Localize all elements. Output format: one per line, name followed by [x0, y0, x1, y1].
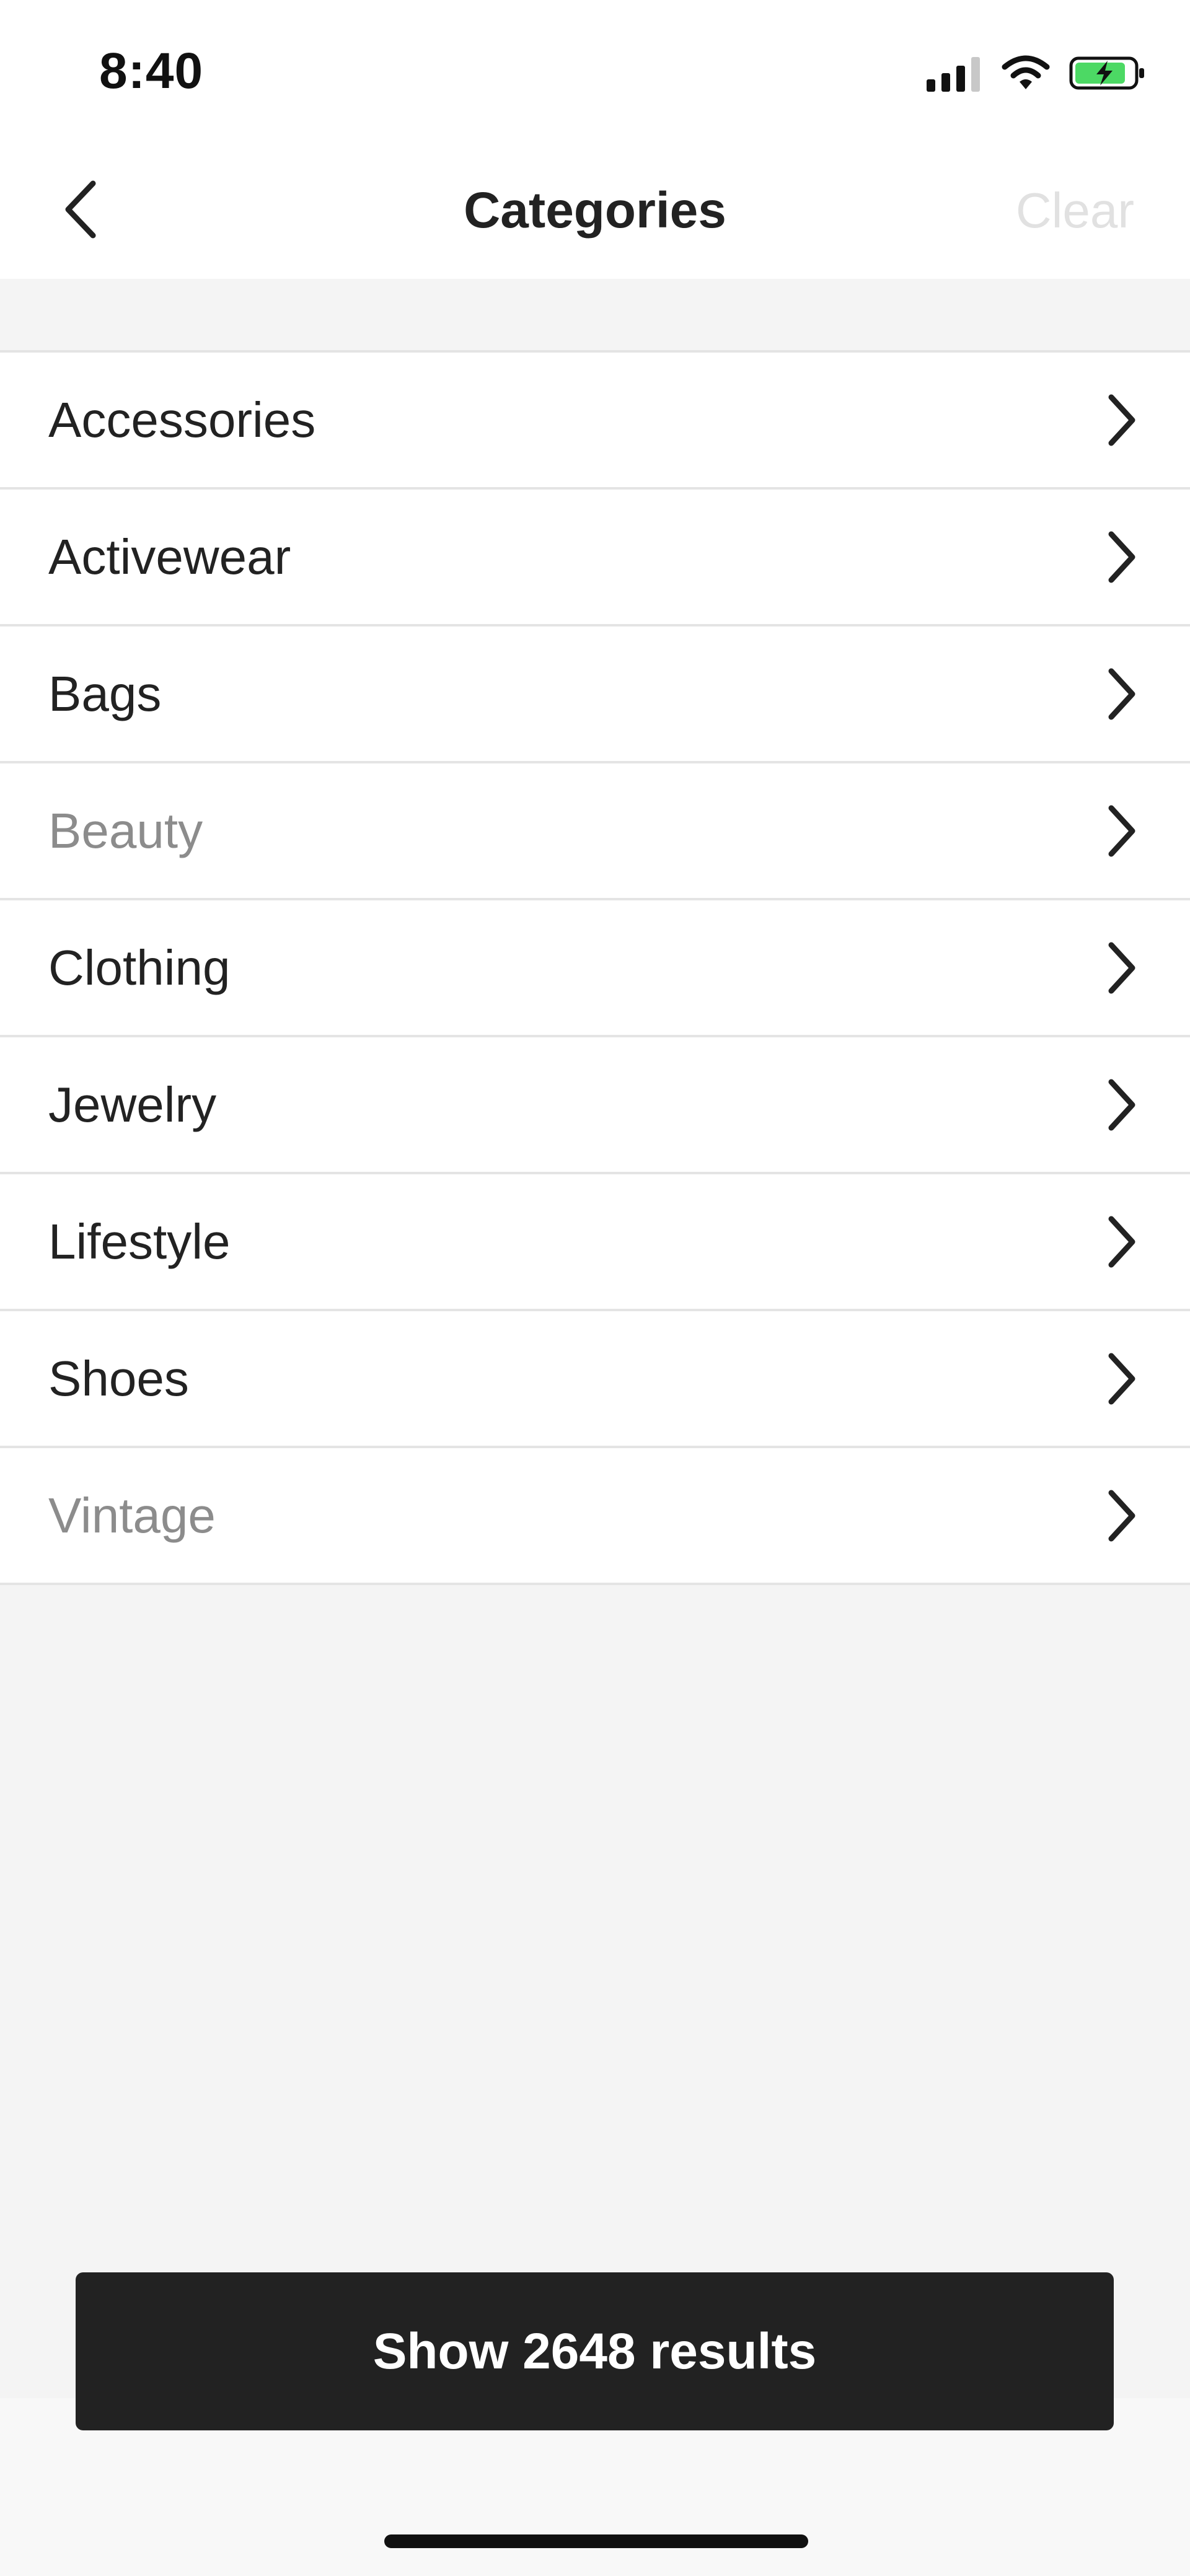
category-item-clothing[interactable]: Clothing	[0, 900, 1190, 1037]
category-label: Vintage	[48, 1487, 216, 1543]
chevron-right-icon	[1097, 937, 1147, 999]
back-button[interactable]	[43, 174, 118, 248]
category-label: Shoes	[48, 1350, 189, 1406]
category-item-beauty[interactable]: Beauty	[0, 763, 1190, 900]
chevron-right-icon	[1097, 663, 1147, 725]
category-label: Beauty	[48, 802, 203, 858]
category-label: Jewelry	[48, 1076, 217, 1132]
chevron-right-icon	[1097, 1211, 1147, 1273]
chevron-right-icon	[1097, 1074, 1147, 1136]
category-list: Accessories Activewear Bags Beauty Cloth…	[0, 350, 1190, 1585]
chevron-right-icon	[1097, 1348, 1147, 1410]
category-item-jewelry[interactable]: Jewelry	[0, 1037, 1190, 1174]
status-bar: 8:40	[0, 0, 1190, 143]
category-item-shoes[interactable]: Shoes	[0, 1311, 1190, 1448]
chevron-right-icon	[1097, 1485, 1147, 1547]
battery-charging-icon	[1069, 55, 1147, 95]
show-results-button[interactable]: Show 2648 results	[76, 2272, 1114, 2430]
status-icons	[927, 53, 1147, 96]
wifi-icon	[1001, 55, 1051, 95]
category-label: Activewear	[48, 529, 291, 584]
chevron-right-icon	[1097, 526, 1147, 588]
home-indicator[interactable]	[384, 2534, 808, 2548]
category-item-bags[interactable]: Bags	[0, 626, 1190, 763]
category-label: Bags	[48, 666, 162, 721]
page-title: Categories	[464, 182, 726, 239]
navigation-bar: Categories Clear	[0, 143, 1190, 279]
category-item-activewear[interactable]: Activewear	[0, 490, 1190, 626]
category-item-lifestyle[interactable]: Lifestyle	[0, 1174, 1190, 1311]
status-time: 8:40	[99, 43, 204, 99]
chevron-right-icon	[1097, 389, 1147, 451]
category-item-accessories[interactable]: Accessories	[0, 353, 1190, 490]
category-item-vintage[interactable]: Vintage	[0, 1448, 1190, 1585]
clear-button[interactable]: Clear	[1016, 143, 1134, 279]
category-label: Lifestyle	[48, 1213, 231, 1269]
chevron-left-icon	[62, 178, 99, 244]
category-label: Accessories	[48, 392, 316, 447]
chevron-right-icon	[1097, 800, 1147, 862]
cellular-signal-icon	[927, 55, 982, 95]
category-label: Clothing	[48, 939, 231, 995]
